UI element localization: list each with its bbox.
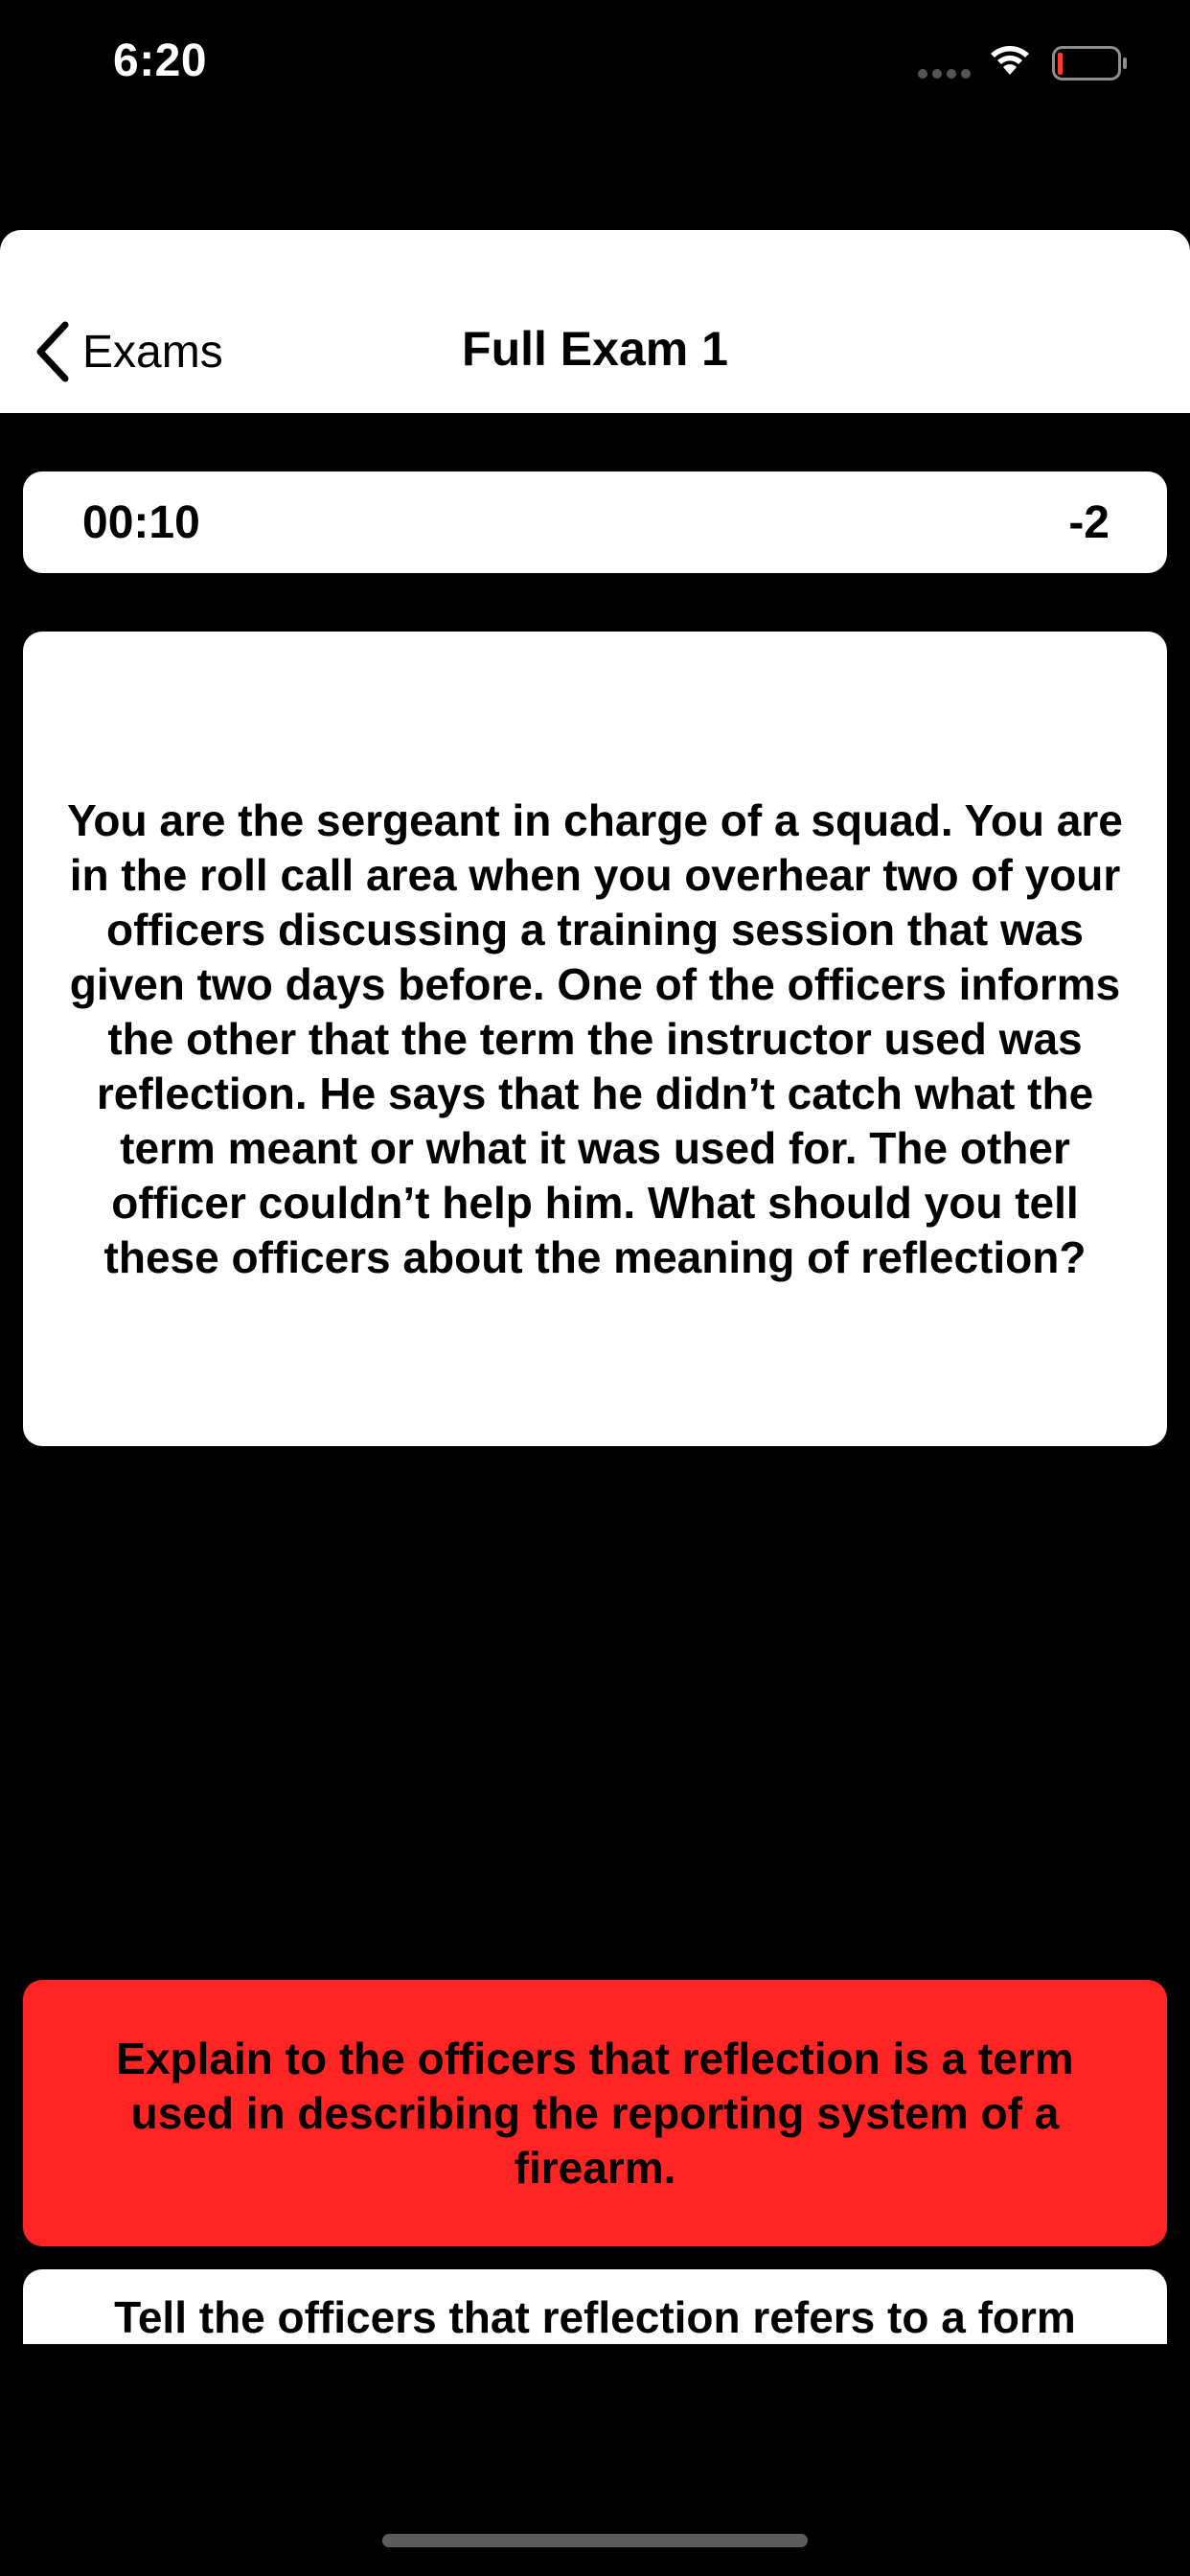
- score-counter: -2: [1068, 497, 1110, 548]
- answer-option-incorrect[interactable]: Explain to the officers that reflection …: [23, 1980, 1167, 2246]
- timer-card: 00:10 -2: [23, 472, 1167, 573]
- cellular-signal-icon: [918, 69, 971, 79]
- battery-icon: [1052, 46, 1127, 80]
- page-title: Full Exam 1: [462, 322, 728, 376]
- navigation-bar: Exams Full Exam 1: [0, 230, 1190, 413]
- question-text: You are the sergeant in charge of a squa…: [67, 794, 1123, 1282]
- wifi-icon: [991, 46, 1029, 75]
- answer-text: Explain to the officers that reflection …: [116, 2033, 1074, 2193]
- question-card: You are the sergeant in charge of a squa…: [23, 632, 1167, 1446]
- status-time: 6:20: [113, 35, 208, 86]
- elapsed-timer: 00:10: [82, 497, 200, 548]
- answer-text: Tell the officers that reflection refers…: [114, 2292, 1076, 2342]
- status-bar: 6:20: [0, 0, 1190, 134]
- home-indicator[interactable]: [382, 2534, 808, 2547]
